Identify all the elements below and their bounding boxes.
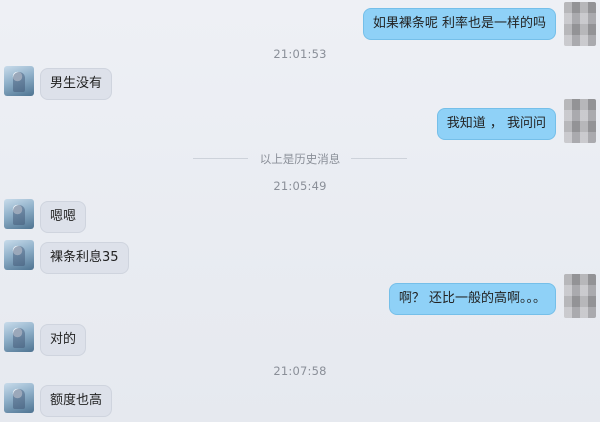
divider-line-right <box>351 158 407 159</box>
chat-history: 如果裸条呢 利率也是一样的吗 21:01:53 男生没有 我知道 ， 我问问 以… <box>0 0 600 422</box>
message-bubble-incoming[interactable]: 嗯嗯 <box>40 201 87 233</box>
contact-avatar-icon[interactable] <box>4 383 34 413</box>
self-avatar-icon[interactable] <box>564 99 596 143</box>
message-bubble-outgoing[interactable]: 啊？ 还比一般的高啊。。。 <box>388 283 556 315</box>
contact-avatar-icon[interactable] <box>4 199 34 229</box>
message-bubble-incoming[interactable]: 对的 <box>40 324 87 356</box>
message-bubble-outgoing[interactable]: 如果裸条呢 利率也是一样的吗 <box>362 8 556 40</box>
contact-avatar-icon[interactable] <box>4 66 34 96</box>
message-bubble-outgoing[interactable]: 我知道 ， 我问问 <box>436 108 556 140</box>
message-timestamp: 21:07:58 <box>273 364 327 378</box>
self-avatar-icon[interactable] <box>564 2 596 46</box>
contact-avatar-icon[interactable] <box>4 240 34 270</box>
message-bubble-incoming[interactable]: 裸条利息35 <box>40 242 129 274</box>
message-bubble-incoming[interactable]: 男生没有 <box>40 68 113 100</box>
message-timestamp: 21:05:49 <box>273 179 327 193</box>
history-divider-label: 以上是历史消息 <box>259 152 341 166</box>
message-timestamp: 21:01:53 <box>273 47 327 61</box>
self-avatar-icon[interactable] <box>564 274 596 318</box>
history-divider: 以上是历史消息 <box>0 151 600 166</box>
message-bubble-incoming[interactable]: 额度也高 <box>40 385 113 417</box>
contact-avatar-icon[interactable] <box>4 322 34 352</box>
